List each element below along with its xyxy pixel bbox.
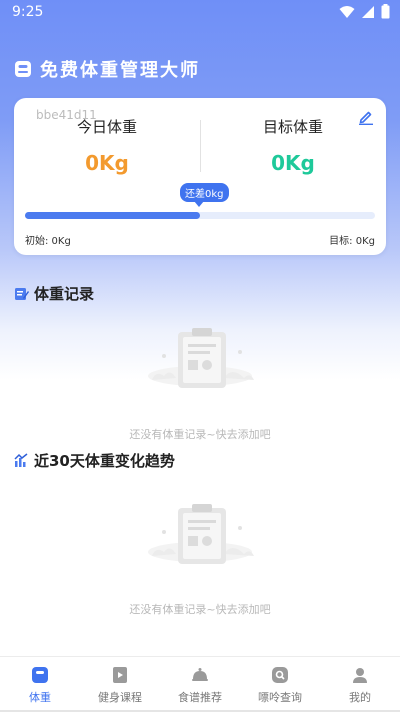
nav-item-recipes[interactable]: 食谱推荐: [160, 657, 240, 712]
target-weight-value: 0Kg: [271, 151, 315, 175]
weight-record-title: 体重记录: [34, 285, 95, 303]
start-weight-label: 初始: 0Kg: [25, 236, 71, 247]
signal-icon: [362, 5, 374, 18]
today-weight-block[interactable]: 今日体重 0Kg: [14, 116, 200, 175]
nav-item-weight[interactable]: 体重: [0, 657, 80, 712]
progress-track: [25, 212, 375, 219]
nav-label-weight: 体重: [29, 691, 51, 704]
status-bar: 9:25: [0, 0, 400, 24]
today-weight-label: 今日体重: [76, 118, 137, 136]
remaining-tooltip: 还差0kg: [180, 183, 229, 207]
nav-label-courses: 健身课程: [98, 691, 142, 704]
record-edit-icon: [15, 288, 29, 300]
nav-item-profile[interactable]: 我的: [320, 657, 400, 712]
status-icons: [339, 4, 390, 19]
empty-clipboard-icon: [148, 504, 254, 564]
nav-item-courses[interactable]: 健身课程: [80, 657, 160, 712]
course-icon: [113, 667, 127, 683]
target-end-label: 目标: 0Kg: [329, 236, 375, 247]
nav-label-profile: 我的: [349, 691, 371, 704]
search-app-icon: [272, 667, 288, 683]
target-weight-label: 目标体重: [262, 118, 323, 136]
app-title: 免费体重管理大师: [40, 60, 200, 81]
progress-fill: [25, 212, 200, 219]
scale-icon: [32, 667, 48, 683]
today-weight-value: 0Kg: [85, 151, 129, 175]
battery-icon: [381, 4, 390, 19]
weight-record-empty-text: 还没有体重记录~快去添加吧: [129, 428, 271, 441]
bottom-nav: 体重 健身课程 食谱推荐 嘌呤查询 我的: [0, 656, 400, 712]
nav-label-purine: 嘌呤查询: [258, 691, 302, 704]
food-cloche-icon: [192, 668, 208, 681]
target-weight-block[interactable]: 目标体重 0Kg: [200, 116, 386, 175]
app-header: 免费体重管理大师: [14, 56, 200, 82]
trend-title: 近30天体重变化趋势: [34, 452, 175, 470]
trend-empty-text: 还没有体重记录~快去添加吧: [129, 603, 271, 616]
weight-summary-card: bbe41d11 今日体重 0Kg 目标体重 0Kg 还差0kg 初始: 0Kg…: [14, 98, 386, 255]
wifi-icon: [339, 5, 355, 18]
empty-clipboard-icon: [148, 328, 254, 388]
bar-chart-icon: [14, 453, 28, 467]
nav-item-purine[interactable]: 嘌呤查询: [240, 657, 320, 712]
weight-record-header: 体重记录: [14, 283, 94, 304]
scale-logo-icon: [15, 61, 31, 77]
profile-icon: [353, 668, 367, 683]
trend-header: 近30天体重变化趋势: [14, 450, 175, 471]
status-time: 9:25: [12, 4, 44, 20]
nav-label-recipes: 食谱推荐: [178, 691, 222, 704]
